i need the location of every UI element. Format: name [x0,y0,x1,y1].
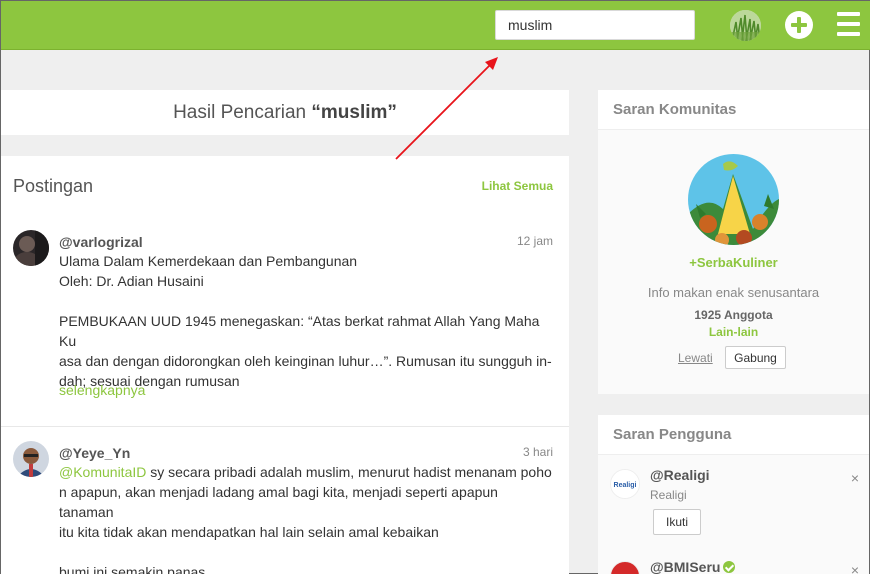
post-time: 12 jam [516,234,553,248]
post-avatar[interactable] [13,441,49,477]
search-input[interactable] [495,10,695,40]
person-photo-avatar [13,441,49,477]
user-suggestion-card: Saran Pengguna Realigi @Realigi Realigi … [598,415,869,574]
hamburger-menu-icon[interactable] [837,12,860,36]
community-description: Info makan enak senusantara [647,285,820,300]
search-result-header: Hasil Pencarian “muslim” [1,90,569,135]
community-member-count: 1925 Anggota [694,308,773,322]
result-prefix: Hasil Pencarian [173,102,312,123]
see-all-link[interactable]: Lihat Semua [482,179,553,193]
post-username[interactable]: @varlogrizal [59,234,143,250]
post-divider [1,426,569,427]
community-body: +SerbaKuliner Info makan enak senusantar… [598,130,869,394]
dismiss-icon[interactable]: × [851,562,859,574]
posts-title: Postingan [13,176,94,196]
grass-avatar-image [730,10,761,41]
add-post-button[interactable] [785,11,813,39]
posts-card: Postingan Lihat Semua @varlogrizal 12 ja… [1,156,569,574]
community-category[interactable]: Lain-lain [598,325,869,339]
verified-icon [723,561,736,573]
community-card-title: Saran Komunitas [598,90,869,130]
community-suggestion-card: Saran Komunitas +SerbaKuliner Info makan… [598,90,869,394]
post-body-text: sy secara pribadi adalah muslim, menurut… [59,464,552,574]
tumpeng-illustration [688,154,779,245]
user-avatar-bmiseru[interactable] [610,561,640,574]
top-navbar [1,1,870,50]
community-name[interactable]: +SerbaKuliner [598,255,869,270]
skip-link[interactable]: Lewati [678,351,713,365]
post-body: @KomunitaID sy secara pribadi adalah mus… [59,462,553,574]
user-name[interactable]: @BMISeru [650,559,736,574]
user-avatar[interactable] [730,10,761,41]
person-photo-avatar [13,230,49,266]
user-name-text: @BMISeru [650,559,721,574]
post-username[interactable]: @Yeye_Yn [59,445,130,461]
post-time: 3 hari [522,445,553,459]
mention-link[interactable]: @KomunitaID [59,464,146,480]
dismiss-icon[interactable]: × [851,470,859,486]
realigi-logo: Realigi [611,470,639,498]
post-body: Ulama Dalam Kemerdekaan dan Pembangunan … [59,253,552,389]
user-subtitle: Realigi [650,488,687,502]
user-avatar-realigi[interactable]: Realigi [610,469,640,499]
user-name[interactable]: @Realigi [650,467,710,483]
result-query: “muslim” [311,102,397,123]
users-card-title: Saran Pengguna [598,415,869,455]
users-body: Realigi @Realigi Realigi × Ikuti @BMISer… [598,455,869,574]
post-avatar[interactable] [13,230,49,266]
read-more-link[interactable]: selengkapnya [59,382,145,398]
community-image[interactable] [688,154,779,245]
join-button[interactable]: Gabung [725,346,786,369]
svg-text:Realigi: Realigi [614,482,637,489]
follow-button[interactable]: Ikuti [653,509,701,535]
